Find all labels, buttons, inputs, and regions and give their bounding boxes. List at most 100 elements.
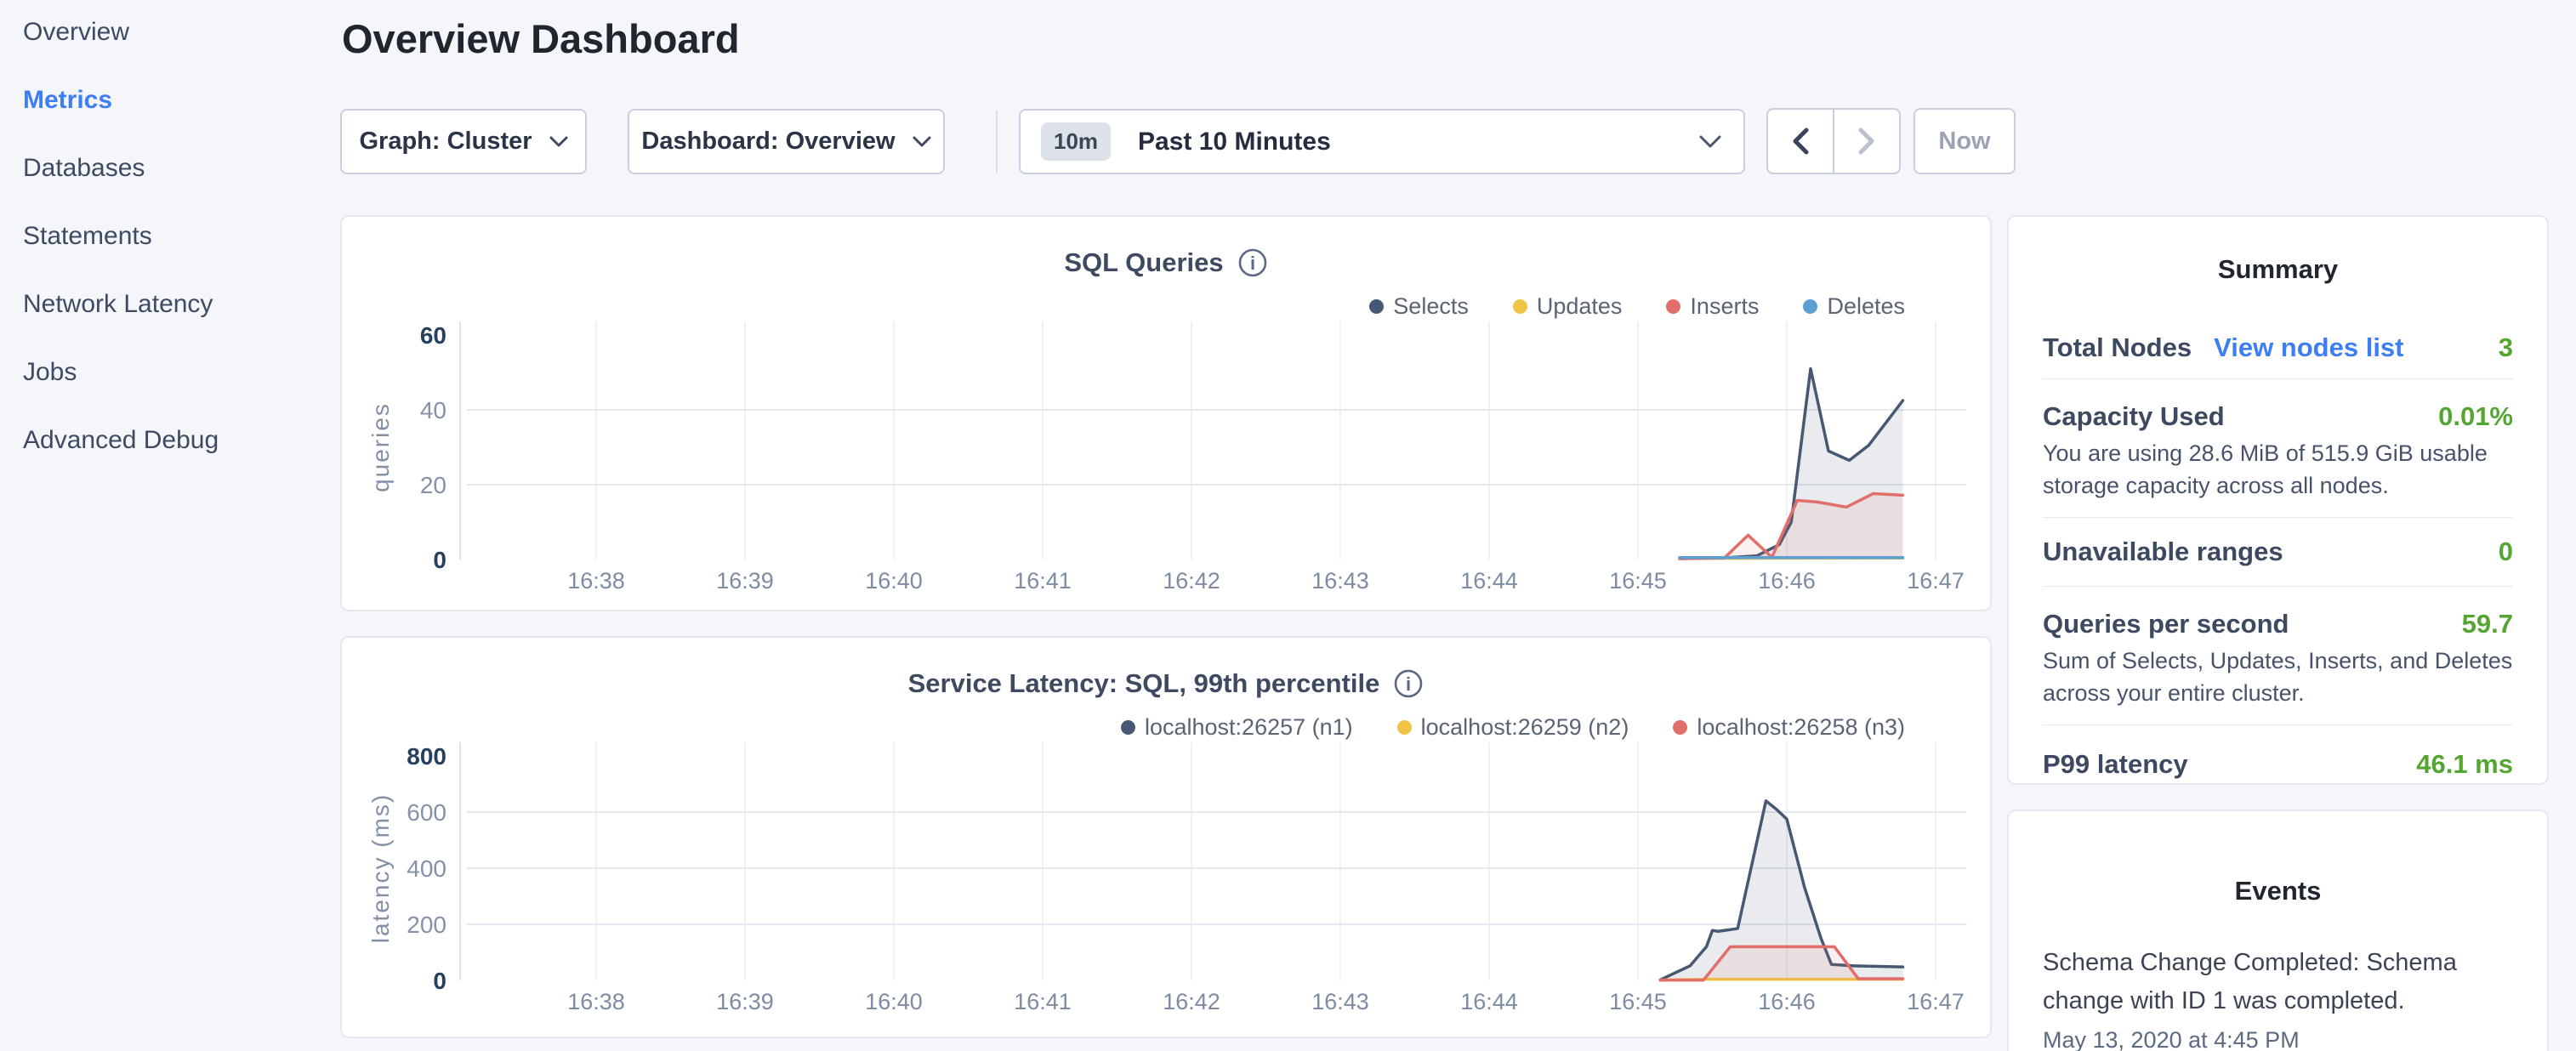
svg-text:600: 600	[407, 799, 446, 826]
svg-text:200: 200	[407, 912, 446, 938]
svg-text:16:45: 16:45	[1609, 989, 1667, 1014]
chart-title: SQL Queries	[1064, 247, 1223, 278]
chevron-down-icon	[549, 136, 568, 147]
svg-text:16:41: 16:41	[1014, 989, 1072, 1014]
sidebar-item-databases[interactable]: Databases	[23, 150, 145, 187]
divider	[2043, 724, 2513, 725]
toolbar-divider	[996, 111, 998, 173]
legend-dot	[1673, 720, 1687, 735]
sidebar-item-statements[interactable]: Statements	[23, 218, 152, 255]
overview-dashboard-page: Overview Metrics Databases Statements Ne…	[0, 0, 2576, 1051]
legend-dot	[1397, 720, 1412, 735]
svg-text:i: i	[1250, 253, 1255, 274]
summary-label: Capacity Used	[2043, 401, 2225, 432]
legend-dot	[1803, 299, 1817, 314]
sidebar-item-jobs[interactable]: Jobs	[23, 354, 77, 391]
divider	[2043, 517, 2513, 518]
summary-row-unavailable-ranges: Unavailable ranges 0	[2043, 537, 2513, 567]
svg-text:16:46: 16:46	[1758, 568, 1816, 594]
summary-title: Summary	[2043, 254, 2513, 285]
svg-text:40: 40	[420, 397, 446, 423]
time-range-label: Past 10 Minutes	[1138, 128, 1331, 156]
svg-text:16:41: 16:41	[1014, 568, 1072, 594]
chart-title: Service Latency: SQL, 99th percentile	[908, 668, 1380, 699]
svg-text:20: 20	[420, 472, 446, 498]
svg-text:16:39: 16:39	[716, 989, 774, 1014]
svg-text:0: 0	[433, 547, 446, 573]
info-icon[interactable]: i	[1393, 668, 1424, 699]
summary-label: Unavailable ranges	[2043, 537, 2283, 567]
svg-text:60: 60	[420, 322, 446, 349]
time-range-dropdown[interactable]: 10m Past 10 Minutes	[1019, 109, 1745, 174]
svg-text:16:42: 16:42	[1163, 989, 1220, 1014]
service-latency-chart-card: Service Latency: SQL, 99th percentile i …	[340, 636, 1992, 1038]
sidebar: Overview Metrics Databases Statements Ne…	[0, 0, 340, 1051]
events-panel: Events Schema Change Completed: Schema c…	[2007, 810, 2549, 1051]
svg-text:16:47: 16:47	[1907, 989, 1965, 1014]
svg-text:16:47: 16:47	[1907, 568, 1965, 594]
legend-dot	[1121, 720, 1135, 735]
graph-scope-label: Graph: Cluster	[359, 128, 532, 156]
divider	[2043, 378, 2513, 379]
summary-description: Sum of Selects, Updates, Inserts, and De…	[2043, 645, 2513, 709]
svg-text:0: 0	[433, 968, 446, 994]
time-back-button[interactable]	[1768, 110, 1833, 173]
chevron-down-icon	[913, 136, 931, 147]
svg-text:16:38: 16:38	[567, 568, 625, 594]
time-range-badge: 10m	[1041, 122, 1111, 161]
summary-row-queries-per-second: Queries per second 59.7	[2043, 609, 2513, 639]
summary-description: You are using 28.6 MiB of 515.9 GiB usab…	[2043, 437, 2513, 502]
divider	[2043, 586, 2513, 587]
summary-value: 0	[2499, 537, 2513, 567]
svg-text:16:42: 16:42	[1163, 568, 1220, 594]
event-timestamp: May 13, 2020 at 4:45 PM	[2043, 1027, 2513, 1051]
svg-text:800: 800	[407, 743, 446, 770]
svg-text:16:44: 16:44	[1460, 989, 1518, 1014]
sidebar-item-metrics[interactable]: Metrics	[23, 82, 112, 119]
svg-text:16:46: 16:46	[1758, 989, 1816, 1014]
chevron-left-icon	[1791, 127, 1810, 156]
legend-dot	[1369, 299, 1384, 314]
event-message: Schema Change Completed: Schema change w…	[2043, 944, 2513, 1020]
summary-value: 59.7	[2462, 609, 2513, 639]
graph-scope-dropdown[interactable]: Graph: Cluster	[340, 109, 587, 174]
now-button[interactable]: Now	[1914, 108, 2016, 174]
svg-text:16:43: 16:43	[1311, 989, 1369, 1014]
svg-text:400: 400	[407, 855, 446, 882]
page-title: Overview Dashboard	[342, 15, 740, 62]
sidebar-item-overview[interactable]: Overview	[23, 14, 129, 51]
summary-row-total-nodes: Total Nodes View nodes list 3	[2043, 332, 2513, 363]
summary-value: 46.1 ms	[2416, 749, 2513, 780]
dashboard-label: Dashboard: Overview	[641, 128, 895, 156]
svg-text:16:39: 16:39	[716, 568, 774, 594]
summary-row-capacity-used: Capacity Used 0.01%	[2043, 401, 2513, 432]
sidebar-item-advanced-debug[interactable]: Advanced Debug	[23, 422, 219, 459]
chevron-down-icon	[1699, 135, 1721, 148]
summary-value: 0.01%	[2438, 401, 2513, 432]
dashboard-dropdown[interactable]: Dashboard: Overview	[628, 109, 945, 174]
summary-panel: Summary Total Nodes View nodes list 3 Ca…	[2007, 215, 2549, 785]
svg-text:i: i	[1406, 673, 1411, 695]
view-nodes-list-link[interactable]: View nodes list	[2214, 332, 2403, 363]
svg-text:16:45: 16:45	[1609, 568, 1667, 594]
svg-text:16:43: 16:43	[1311, 568, 1369, 594]
time-step-buttons	[1766, 108, 1901, 174]
chevron-right-icon	[1857, 127, 1876, 156]
legend-dot	[1666, 299, 1680, 314]
time-forward-button[interactable]	[1833, 110, 1899, 173]
legend-dot	[1513, 299, 1527, 314]
service-latency-chart: 16:38 16:39 16:40 16:41 16:42 16:43 16:44 16:45…	[342, 736, 1993, 1020]
summary-value: 3	[2499, 332, 2513, 363]
svg-text:16:44: 16:44	[1460, 568, 1518, 594]
svg-text:16:38: 16:38	[567, 989, 625, 1014]
sql-queries-chart-card: SQL Queries i Selects Updates Inserts De…	[340, 215, 1992, 611]
events-title: Events	[2043, 876, 2513, 906]
sidebar-item-network-latency[interactable]: Network Latency	[23, 286, 213, 323]
summary-label: P99 latency	[2043, 749, 2188, 780]
summary-label: Total Nodes	[2043, 332, 2192, 363]
info-icon[interactable]: i	[1237, 247, 1268, 278]
summary-label: Queries per second	[2043, 609, 2289, 639]
svg-text:16:40: 16:40	[865, 989, 923, 1014]
svg-text:16:40: 16:40	[865, 568, 923, 594]
summary-row-p99-latency: P99 latency 46.1 ms	[2043, 749, 2513, 780]
